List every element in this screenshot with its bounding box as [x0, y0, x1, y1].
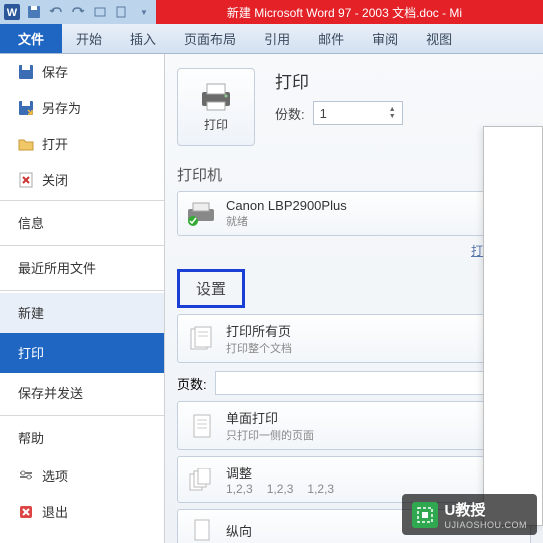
pages-label: 页数:: [177, 374, 207, 393]
sidebar-item-info[interactable]: 信息: [0, 203, 164, 243]
tab-review[interactable]: 审阅: [358, 24, 412, 53]
printer-device-icon: [186, 200, 218, 228]
sidebar-item-new[interactable]: 新建: [0, 293, 164, 333]
save-icon: [18, 64, 34, 80]
printer-icon: [198, 82, 234, 112]
print-range-sub: 打印整个文档: [226, 340, 505, 356]
svg-text:W: W: [7, 7, 18, 19]
copies-value: 1: [320, 106, 327, 121]
tab-home[interactable]: 开始: [62, 24, 116, 53]
print-range-label: 打印所有页: [226, 321, 505, 340]
printer-section-label: 打印机: [177, 164, 222, 185]
word-icon: W: [4, 4, 20, 20]
sidebar-item-saveas[interactable]: 另存为: [0, 90, 164, 126]
printer-name: Canon LBP2900Plus: [226, 198, 505, 213]
window-title: 新建 Microsoft Word 97 - 2003 文档.doc - Mi: [156, 4, 543, 21]
page-preview: [483, 126, 543, 526]
ribbon: 文件 开始 插入 页面布局 引用 邮件 审阅 视图: [0, 24, 543, 54]
sidebar-item-close[interactable]: 关闭: [0, 162, 164, 198]
single-side-icon: [186, 412, 218, 440]
settings-section-label: 设置: [177, 269, 245, 308]
sidebar-label: 另存为: [42, 98, 81, 117]
qat-dropdown-icon[interactable]: ▼: [136, 4, 152, 20]
sidebar-label: 退出: [42, 502, 68, 521]
tab-references[interactable]: 引用: [250, 24, 304, 53]
sidebar-item-options[interactable]: 选项: [0, 458, 164, 494]
file-sidebar: 保存 另存为 打开 关闭 信息 最近所用文件 新建 打印 保存并发送 帮助 选项: [0, 54, 165, 543]
collate-seq: 1,2,3: [267, 482, 294, 496]
pages-input[interactable]: [215, 371, 509, 395]
undo-icon[interactable]: [48, 4, 64, 20]
collate-seq: 1,2,3: [307, 482, 334, 496]
sidebar-item-exit[interactable]: 退出: [0, 494, 164, 530]
options-icon: [18, 468, 34, 484]
sidebar-label: 关闭: [42, 170, 68, 189]
print-button-label: 打印: [204, 116, 228, 133]
quick-access-toolbar: W ▼: [0, 0, 156, 24]
redo-icon[interactable]: [70, 4, 86, 20]
printer-status: 就绪: [226, 213, 505, 229]
title-bar: 新建 Microsoft Word 97 - 2003 文档.doc - Mi: [156, 0, 543, 24]
print-button[interactable]: 打印: [177, 68, 255, 146]
print-title: 打印: [275, 68, 403, 93]
watermark-logo: [412, 502, 438, 528]
saveas-icon: [18, 100, 34, 116]
tab-insert[interactable]: 插入: [116, 24, 170, 53]
pages-icon: [186, 325, 218, 353]
sidebar-item-save[interactable]: 保存: [0, 54, 164, 90]
copies-label: 份数:: [275, 104, 305, 123]
sidebar-item-print[interactable]: 打印: [0, 333, 164, 373]
close-icon: [18, 172, 34, 188]
print-range-dropdown[interactable]: 打印所有页 打印整个文档 ▼: [177, 314, 531, 363]
watermark-brand: U教授: [444, 499, 527, 520]
watermark-url: UJIAOSHOU.COM: [444, 520, 527, 530]
qat-icon-2[interactable]: [114, 4, 130, 20]
collate-label: 调整: [226, 463, 505, 482]
open-icon: [18, 136, 34, 152]
portrait-icon: [186, 516, 218, 543]
save-icon[interactable]: [26, 4, 42, 20]
sidebar-item-savesend[interactable]: 保存并发送: [0, 373, 164, 413]
tab-layout[interactable]: 页面布局: [170, 24, 250, 53]
print-panel: 打印 打印 份数: 1 ▲▼ 打印机 i Canon LBP2900Plus: [165, 54, 543, 543]
sidebar-item-recent[interactable]: 最近所用文件: [0, 248, 164, 288]
spinner-icon[interactable]: ▲▼: [389, 106, 396, 120]
sidebar-item-open[interactable]: 打开: [0, 126, 164, 162]
tab-view[interactable]: 视图: [412, 24, 466, 53]
copies-input[interactable]: 1 ▲▼: [313, 101, 403, 125]
sidebar-label: 选项: [42, 466, 68, 485]
sidebar-label: 打开: [42, 134, 68, 153]
tab-file[interactable]: 文件: [0, 24, 62, 53]
sidebar-label: 保存: [42, 62, 68, 81]
sidebar-item-help[interactable]: 帮助: [0, 418, 164, 458]
qat-icon[interactable]: [92, 4, 108, 20]
tab-mail[interactable]: 邮件: [304, 24, 358, 53]
exit-icon: [18, 504, 34, 520]
watermark: U教授 UJIAOSHOU.COM: [402, 494, 537, 535]
sides-sub: 只打印一侧的页面: [226, 427, 505, 443]
printer-dropdown[interactable]: Canon LBP2900Plus 就绪 ▼: [177, 191, 531, 236]
collate-seq: 1,2,3: [226, 482, 253, 496]
collate-icon: [186, 466, 218, 494]
printer-properties-link[interactable]: 打印机属性: [177, 242, 531, 259]
sides-dropdown[interactable]: 单面打印 只打印一侧的页面 ▼: [177, 401, 531, 450]
sides-label: 单面打印: [226, 408, 505, 427]
